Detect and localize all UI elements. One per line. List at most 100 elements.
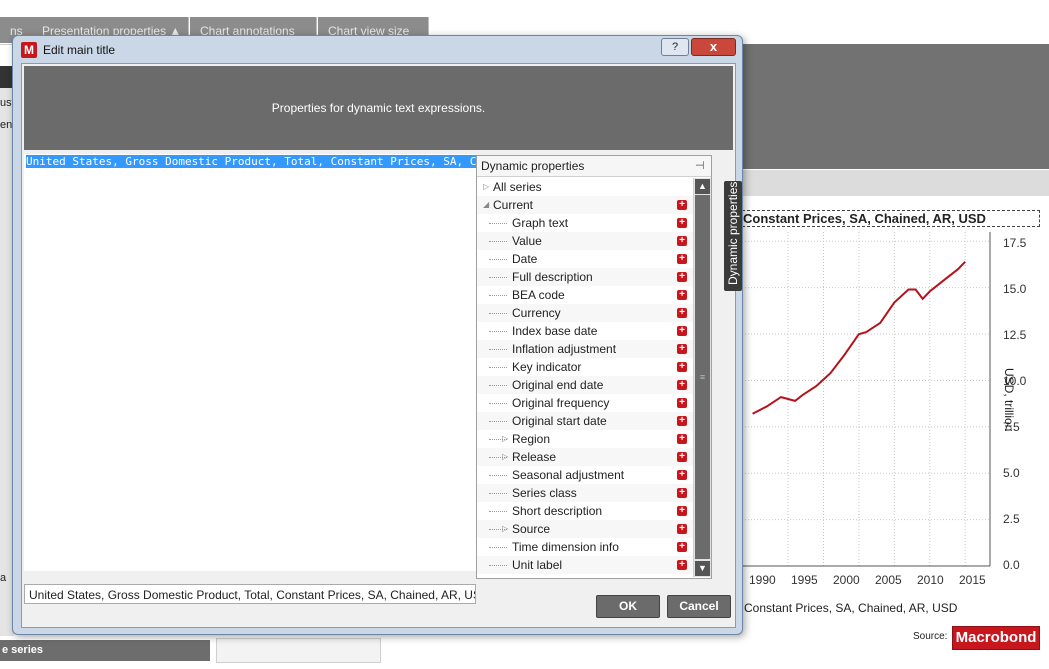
add-icon[interactable]: + [677, 434, 687, 444]
y-tick-label: 12.5 [1003, 328, 1027, 342]
add-icon[interactable]: + [677, 524, 687, 534]
background-panel [742, 44, 1049, 169]
add-icon[interactable]: + [677, 542, 687, 552]
add-icon[interactable]: + [677, 380, 687, 390]
dynamic-properties-side-tab[interactable]: Dynamic properties [724, 181, 742, 291]
property-label: Unit label [512, 558, 563, 572]
chart-title[interactable]: Constant Prices, SA, Chained, AR, USD [742, 210, 1040, 227]
macrobond-logo: Macrobond [952, 626, 1040, 650]
property-item[interactable]: ▷ Release + [477, 448, 693, 466]
tree-connector [489, 349, 507, 350]
add-icon[interactable]: + [677, 254, 687, 264]
expanded-icon[interactable]: ◢ [483, 196, 489, 214]
series-button[interactable]: e series [0, 640, 210, 661]
property-label: Original frequency [512, 396, 610, 410]
scroll-up-icon[interactable]: ▲ [695, 179, 710, 194]
dialog-titlebar[interactable]: M Edit main title ? x [13, 36, 742, 62]
cancel-button[interactable]: Cancel [667, 595, 731, 618]
property-label: Key indicator [512, 360, 582, 374]
add-icon[interactable]: + [677, 362, 687, 372]
ok-button[interactable]: OK [596, 595, 660, 618]
tree-connector [489, 547, 507, 548]
property-item[interactable]: Index base date + [477, 322, 693, 340]
x-tick-label: 2000 [833, 573, 860, 587]
dialog-content: Properties for dynamic text expressions.… [21, 63, 742, 628]
property-item[interactable]: Time dimension info + [477, 538, 693, 556]
property-item[interactable]: Graph text + [477, 214, 693, 232]
property-item[interactable]: Original end date + [477, 376, 693, 394]
property-item[interactable]: ◢ Current + [477, 196, 693, 214]
property-label: Release [512, 450, 557, 464]
property-item[interactable]: Short description + [477, 502, 693, 520]
property-item[interactable]: BEA code + [477, 286, 693, 304]
property-item[interactable]: Value + [477, 232, 693, 250]
scroll-down-icon[interactable]: ▼ [695, 561, 710, 576]
property-item[interactable]: Original start date + [477, 412, 693, 430]
help-button[interactable]: ? [661, 38, 689, 56]
add-icon[interactable]: + [677, 506, 687, 516]
expand-icon[interactable]: ▷ [502, 520, 508, 538]
expand-icon[interactable]: ▷ [502, 430, 508, 448]
property-item[interactable]: Original frequency + [477, 394, 693, 412]
y-tick-label: 0.0 [1003, 558, 1020, 572]
title-preview: United States, Gross Domestic Product, T… [24, 584, 476, 604]
expand-icon[interactable]: ▷ [502, 448, 508, 466]
vertical-scrollbar[interactable]: ▲ ≡ ▼ [693, 178, 711, 577]
dynamic-properties-panel: Dynamic properties ⊣ ▷ All series ◢ Current… [476, 155, 712, 579]
tree-connector [489, 421, 507, 422]
properties-tree: ▷ All series ◢ Current + Graph text + Value + Dat… [477, 178, 693, 576]
property-label: Value [512, 234, 542, 248]
x-tick-label: 1995 [791, 573, 818, 587]
property-item[interactable]: Key indicator + [477, 358, 693, 376]
tree-connector [489, 313, 507, 314]
add-icon[interactable]: + [677, 452, 687, 462]
dialog-title: Edit main title [43, 43, 116, 57]
add-icon[interactable]: + [677, 290, 687, 300]
expression-editor[interactable]: United States, Gross Domestic Product, T… [24, 154, 476, 571]
pin-icon[interactable]: ⊣ [695, 159, 705, 172]
tree-connector [489, 259, 507, 260]
property-item[interactable]: ▷ Region + [477, 430, 693, 448]
property-label: Original start date [512, 414, 607, 428]
add-icon[interactable]: + [677, 200, 687, 210]
chart-plot [742, 232, 991, 567]
add-icon[interactable]: + [677, 416, 687, 426]
property-label: Currency [512, 306, 561, 320]
close-button[interactable]: x [691, 38, 736, 56]
property-item[interactable]: ▷ All series [477, 178, 693, 196]
tree-connector [489, 241, 507, 242]
property-item[interactable]: ▷ Source + [477, 520, 693, 538]
property-item[interactable]: Full description + [477, 268, 693, 286]
expand-icon[interactable]: ▷ [483, 178, 489, 196]
property-label: Source [512, 522, 551, 536]
add-icon[interactable]: + [677, 488, 687, 498]
add-icon[interactable]: + [677, 344, 687, 354]
property-item[interactable]: Date + [477, 250, 693, 268]
chart-header-bar [742, 170, 1049, 196]
add-icon[interactable]: + [677, 470, 687, 480]
edit-main-title-dialog: M Edit main title ? x Properties for dyn… [12, 35, 743, 635]
add-icon[interactable]: + [677, 272, 687, 282]
y-tick-label: 17.5 [1003, 236, 1027, 250]
property-label: Original end date [512, 378, 604, 392]
source-label: Source: [913, 631, 948, 642]
add-icon[interactable]: + [677, 326, 687, 336]
editor-text[interactable]: United States, Gross Domestic Product, T… [26, 155, 476, 169]
property-label: Region [512, 432, 551, 446]
add-icon[interactable]: + [677, 398, 687, 408]
property-item[interactable]: Inflation adjustment + [477, 340, 693, 358]
tree-connector [489, 295, 507, 296]
add-icon[interactable]: + [677, 236, 687, 246]
property-label: Short description [512, 504, 603, 518]
add-icon[interactable]: + [677, 560, 687, 570]
add-icon[interactable]: + [677, 308, 687, 318]
y-tick-label: 5.0 [1003, 466, 1020, 480]
add-icon[interactable]: + [677, 218, 687, 228]
property-item[interactable]: Unit label + [477, 556, 693, 574]
property-item[interactable]: Series class + [477, 484, 693, 502]
property-item[interactable]: Seasonal adjustment + [477, 466, 693, 484]
property-label: Time dimension info [512, 540, 619, 554]
property-item[interactable]: Currency + [477, 304, 693, 322]
dynamic-properties-header: Dynamic properties ⊣ [477, 156, 711, 177]
scroll-thumb[interactable]: ≡ [695, 195, 710, 559]
